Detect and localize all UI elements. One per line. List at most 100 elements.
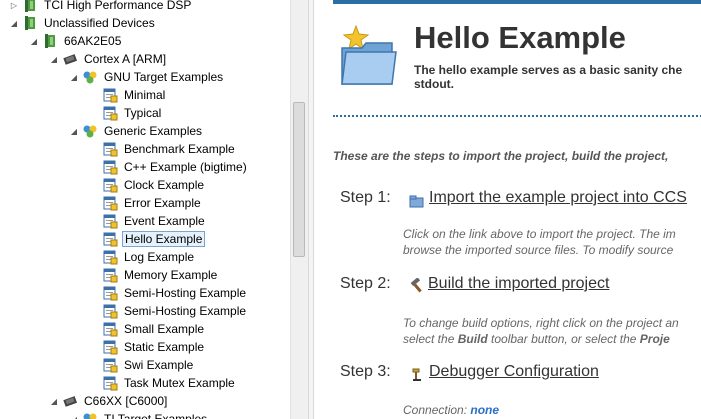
tree-item-label: 66AK2E05 (64, 34, 122, 48)
build-project-link[interactable]: Build the imported project (428, 275, 609, 293)
collapse-arrow-icon (88, 266, 100, 284)
collapse-arrow-icon (88, 374, 100, 392)
tree-item-label: Generic Examples (104, 124, 203, 138)
collapse-arrow-icon[interactable]: ◢ (68, 68, 80, 86)
tree-scrollbar-thumb[interactable] (293, 102, 305, 257)
collapse-arrow-icon (88, 284, 100, 302)
collapse-arrow-icon (88, 230, 100, 248)
collapse-arrow-icon[interactable]: ◢ (48, 392, 60, 410)
tree-item[interactable]: Static Example (88, 338, 206, 356)
template-icon (102, 303, 118, 319)
tree-item-label: Minimal (124, 88, 166, 102)
step-2-label: Step 2: (340, 275, 391, 292)
collapse-arrow-icon[interactable]: ◢ (8, 14, 20, 32)
tree-item-label: Small Example (124, 322, 205, 336)
collapse-arrow-icon[interactable]: ◢ (68, 410, 80, 419)
collapse-arrow-icon[interactable]: ◢ (48, 50, 60, 68)
tree-item[interactable]: Clock Example (88, 176, 206, 194)
collapse-arrow-icon (88, 338, 100, 356)
tree-item[interactable]: Small Example (88, 320, 206, 338)
tree-item-label: Typical (124, 106, 162, 120)
collapse-arrow-icon (88, 302, 100, 320)
collapse-arrow-icon (88, 140, 100, 158)
page-title: Hello Example (414, 20, 626, 55)
template-icon (102, 267, 118, 283)
tree-item[interactable]: ◢ Cortex A [ARM] (48, 50, 168, 68)
tree-item-label: Swi Example (124, 358, 194, 372)
tree-item[interactable]: Semi-Hosting Example (88, 302, 248, 320)
step-3-label: Step 3: (340, 363, 391, 380)
note-line: select the Build toolbar button, or sele… (403, 332, 670, 346)
collapse-arrow-icon[interactable]: ◢ (28, 32, 40, 50)
step-1-label: Step 1: (340, 189, 391, 206)
tree-item[interactable]: ◢ GNU Target Examples (68, 68, 225, 86)
example-detail-pane: Hello Example The hello example serves a… (314, 0, 701, 419)
connection-value[interactable]: none (470, 403, 499, 417)
header-divider (333, 115, 701, 117)
debugger-configuration-link[interactable]: Debugger Configuration (429, 363, 599, 381)
tree-item[interactable]: Semi-Hosting Example (88, 284, 248, 302)
template-icon (102, 159, 118, 175)
template-icon (102, 213, 118, 229)
step-2-note: To change build options, right click on … (403, 315, 679, 347)
template-icon (102, 321, 118, 337)
template-icon (102, 177, 118, 193)
header-accent-bar (333, 0, 701, 4)
tree-item[interactable]: Task Mutex Example (88, 374, 237, 392)
note-line: To change build options, right click on … (403, 316, 679, 330)
resource-explorer-tree: ▷ TCI High Performance DSP ◢ Unclassified D… (0, 0, 290, 419)
tree-item-label: Semi-Hosting Example (124, 286, 247, 300)
example-category-icon (82, 69, 98, 85)
template-icon (102, 141, 118, 157)
tree-item[interactable]: ◢ 66AK2E05 (28, 32, 123, 50)
tree-item-label: Task Mutex Example (124, 376, 235, 390)
tree-item[interactable]: Hello Example (88, 230, 206, 248)
tree-item-label: Memory Example (124, 268, 218, 282)
chip-icon (62, 51, 78, 67)
chip-icon (62, 393, 78, 409)
tree-item[interactable]: Swi Example (88, 356, 195, 374)
tree-item[interactable]: C++ Example (bigtime) (88, 158, 249, 176)
tree-item-label: Clock Example (124, 178, 205, 192)
example-folder-icon (341, 24, 397, 85)
template-icon (102, 357, 118, 373)
tree-item-label: Event Example (124, 214, 205, 228)
expand-arrow-icon[interactable]: ▷ (8, 0, 20, 14)
template-icon (102, 87, 118, 103)
device-folder-icon (22, 0, 38, 13)
tree-item[interactable]: ▷ TCI High Performance DSP (8, 0, 193, 14)
tree-item[interactable]: Log Example (88, 248, 196, 266)
device-folder-icon (22, 15, 38, 31)
tree-item[interactable]: ◢ Generic Examples (68, 122, 204, 140)
device-folder-icon (42, 33, 58, 49)
tree-item-label: Benchmark Example (124, 142, 235, 156)
steps-intro: These are the steps to import the projec… (333, 149, 669, 163)
import-project-link[interactable]: Import the example project into CCS (429, 189, 687, 207)
template-icon (102, 231, 118, 247)
template-icon (102, 195, 118, 211)
tree-item[interactable]: Minimal (88, 86, 167, 104)
import-project-icon (409, 195, 424, 208)
collapse-arrow-icon (88, 86, 100, 104)
tree-item-label: Hello Example (122, 231, 206, 247)
example-category-icon (82, 411, 98, 419)
template-icon (102, 339, 118, 355)
collapse-arrow-icon (88, 176, 100, 194)
collapse-arrow-icon (88, 320, 100, 338)
tree-item[interactable]: ◢ TI Target Examples (68, 410, 209, 419)
tree-item[interactable]: Event Example (88, 212, 207, 230)
connection-info: Connection: none (403, 403, 500, 417)
collapse-arrow-icon (88, 212, 100, 230)
tree-item[interactable]: Benchmark Example (88, 140, 237, 158)
template-icon (102, 105, 118, 121)
tree-item[interactable]: ◢ Unclassified Devices (8, 14, 157, 32)
tree-item[interactable]: Memory Example (88, 266, 219, 284)
debugger-config-icon (412, 368, 421, 381)
tree-item[interactable]: ◢ C66XX [C6000] (48, 392, 169, 410)
tree-item-label: GNU Target Examples (104, 70, 224, 84)
collapse-arrow-icon[interactable]: ◢ (68, 122, 80, 140)
tree-scrollbar[interactable] (290, 0, 308, 419)
tree-item[interactable]: Typical (88, 104, 163, 122)
description-line: The hello example serves as a basic sani… (414, 63, 683, 77)
tree-item[interactable]: Error Example (88, 194, 203, 212)
